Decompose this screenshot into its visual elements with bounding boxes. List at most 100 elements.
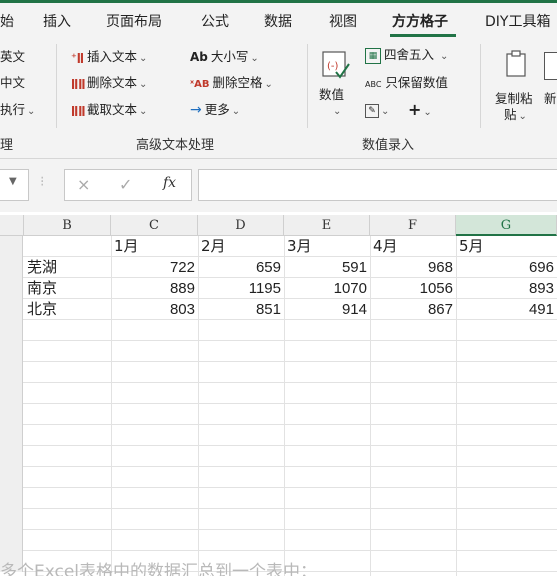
menu-bar: 始 插入 页面布局 公式 数据 视图 方方格子 DIY工具箱: [0, 3, 557, 38]
chevron-down-icon: ⌄: [381, 106, 390, 117]
table-cell[interactable]: 696: [456, 257, 557, 278]
column-header-g[interactable]: G: [456, 215, 557, 236]
english-button[interactable]: 英文: [0, 48, 25, 66]
table-cell[interactable]: 南京: [24, 278, 111, 299]
tab-diy-toolbox[interactable]: DIY工具箱: [485, 11, 550, 31]
delete-text-icon: ǁǁ: [71, 77, 86, 90]
group-label-text-tools: 高级文本处理: [136, 138, 215, 153]
name-box[interactable]: ▼: [0, 169, 29, 201]
row-header[interactable]: [0, 425, 23, 446]
delete-spaces-button[interactable]: ˣAB 删除空格 ⌄: [190, 74, 273, 92]
table-cell[interactable]: 893: [456, 278, 557, 299]
formula-input[interactable]: [198, 169, 557, 201]
chevron-down-icon: ⌄: [440, 51, 449, 62]
table-cell[interactable]: 北京: [24, 299, 111, 320]
table-cell[interactable]: 4月: [370, 236, 456, 257]
table-cell[interactable]: 591: [284, 257, 370, 278]
table-cell[interactable]: 889: [111, 278, 198, 299]
chinese-button[interactable]: 中文: [0, 74, 25, 92]
table-cell[interactable]: 722: [111, 257, 198, 278]
row-header[interactable]: [0, 530, 23, 551]
row-header[interactable]: [0, 383, 23, 404]
tab-data[interactable]: 数据: [264, 11, 292, 31]
next-label: 新: [544, 91, 557, 106]
table-cell[interactable]: [24, 236, 111, 257]
tab-fangfang-gezi[interactable]: 方方格子: [392, 11, 448, 31]
chevron-down-icon: ⌄: [250, 53, 259, 64]
row-header[interactable]: [0, 278, 23, 299]
table-row: [0, 404, 557, 425]
table-row: [0, 446, 557, 467]
insert-text-button[interactable]: ⁺ǁ 插入文本 ⌄: [71, 48, 147, 66]
format-cells-icon: ✎: [365, 103, 379, 118]
delete-text-button[interactable]: ǁǁ 删除文本 ⌄: [71, 74, 147, 92]
group-divider: [480, 44, 481, 128]
table-cell[interactable]: 1070: [284, 278, 370, 299]
row-header[interactable]: [0, 467, 23, 488]
drag-handle-icon[interactable]: ⁝: [40, 174, 44, 190]
tab-insert[interactable]: 插入: [43, 11, 71, 31]
cancel-icon[interactable]: ×: [77, 175, 90, 194]
table-cell[interactable]: 1月: [111, 236, 198, 257]
row-header[interactable]: [0, 488, 23, 509]
copy-paste-button[interactable]: 复制粘 贴 ⌄: [492, 46, 540, 126]
row-header[interactable]: [0, 257, 23, 278]
table-cell[interactable]: 1056: [370, 278, 456, 299]
table-cell[interactable]: 659: [198, 257, 284, 278]
table-row: [0, 320, 557, 341]
row-header[interactable]: [0, 341, 23, 362]
cut-text-icon: ǁǁ: [71, 104, 86, 117]
add-button[interactable]: + ⌄: [408, 101, 432, 119]
chevron-down-icon[interactable]: ▼: [9, 176, 17, 187]
case-button[interactable]: Ab 大小写 ⌄: [190, 48, 259, 66]
group-label-value-entry: 数值录入: [362, 138, 415, 153]
row-header[interactable]: [0, 320, 23, 341]
insert-function-icon[interactable]: fx: [163, 175, 176, 191]
tab-page-layout[interactable]: 页面布局: [106, 11, 162, 31]
svg-text:(-): (-): [327, 61, 339, 72]
table-cell[interactable]: 803: [111, 299, 198, 320]
table-cell[interactable]: 968: [370, 257, 456, 278]
execute-button[interactable]: 执行 ⌄: [0, 101, 35, 119]
round-label: 四舍五入: [384, 47, 435, 62]
copy-paste-label-2: 贴 ⌄: [504, 107, 527, 122]
cut-text-button[interactable]: ǁǁ 截取文本 ⌄: [71, 101, 147, 119]
delete-spaces-label: 删除空格: [212, 75, 263, 90]
formula-buttons: × ✓ fx: [64, 169, 192, 201]
table-cell[interactable]: 1195: [198, 278, 284, 299]
english-label: 英文: [0, 49, 26, 64]
row-header[interactable]: [0, 509, 23, 530]
select-all-corner[interactable]: [0, 215, 24, 236]
table-cell[interactable]: 851: [198, 299, 284, 320]
row-header[interactable]: [0, 236, 23, 257]
chevron-down-icon: ⌄: [27, 106, 36, 117]
format-button[interactable]: ✎ ⌄: [365, 101, 389, 119]
column-header-b[interactable]: B: [24, 215, 111, 236]
table-cell[interactable]: 芜湖: [24, 257, 111, 278]
row-header[interactable]: [0, 446, 23, 467]
column-header-f[interactable]: F: [370, 215, 456, 236]
group-divider: [56, 44, 57, 128]
confirm-icon[interactable]: ✓: [119, 175, 132, 194]
tab-view[interactable]: 视图: [329, 11, 357, 31]
value-button[interactable]: (-) 数值 ⌄: [318, 46, 354, 126]
row-header[interactable]: [0, 404, 23, 425]
tab-start[interactable]: 始: [0, 11, 14, 31]
table-cell[interactable]: 867: [370, 299, 456, 320]
table-cell[interactable]: 491: [456, 299, 557, 320]
next-button-cut[interactable]: 新: [544, 46, 557, 126]
column-header-c[interactable]: C: [111, 215, 198, 236]
delete-spaces-icon: ˣAB: [190, 79, 210, 90]
more-button[interactable]: → 更多 ⌄: [190, 101, 240, 119]
round-button[interactable]: ▦ 四舍五入 ⌄: [365, 46, 448, 64]
keep-values-button[interactable]: ABC 只保留数值: [365, 74, 448, 92]
column-header-d[interactable]: D: [198, 215, 284, 236]
tab-formulas[interactable]: 公式: [201, 11, 229, 31]
table-cell[interactable]: 5月: [456, 236, 557, 257]
row-header[interactable]: [0, 299, 23, 320]
table-cell[interactable]: 2月: [198, 236, 284, 257]
column-header-e[interactable]: E: [284, 215, 370, 236]
table-cell[interactable]: 3月: [284, 236, 370, 257]
row-header[interactable]: [0, 362, 23, 383]
table-cell[interactable]: 914: [284, 299, 370, 320]
